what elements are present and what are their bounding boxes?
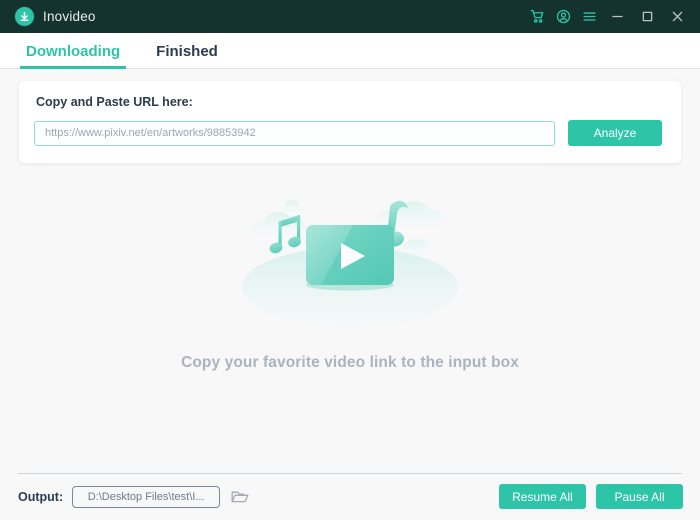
url-input-label: Copy and Paste URL here: <box>36 95 193 109</box>
title-bar: Inovideo <box>0 0 700 33</box>
video-player-with-music-notes-illustration <box>242 200 458 327</box>
tab-bar: Downloading Finished <box>0 33 700 69</box>
analyze-button[interactable]: Analyze <box>568 120 662 146</box>
download-circle-icon <box>15 7 34 26</box>
url-input-row: Analyze <box>34 120 662 146</box>
bottom-bar: Output: Resume All Pause All <box>0 473 700 520</box>
maximize-icon[interactable] <box>632 4 662 30</box>
tab-finished-label: Finished <box>156 43 218 60</box>
menu-icon[interactable] <box>576 4 602 30</box>
pause-all-button[interactable]: Pause All <box>596 484 683 509</box>
close-icon[interactable] <box>662 4 692 30</box>
empty-state: Copy your favorite video link to the inp… <box>0 169 700 372</box>
app-title: Inovideo <box>43 9 96 24</box>
url-input[interactable] <box>34 120 555 146</box>
main-content: Copy and Paste URL here: Analyze <box>0 69 700 473</box>
account-icon[interactable] <box>550 4 576 30</box>
tab-downloading[interactable]: Downloading <box>19 43 127 69</box>
cart-icon[interactable] <box>524 4 550 30</box>
tab-finished[interactable]: Finished <box>152 43 222 69</box>
minimize-icon[interactable] <box>602 4 632 30</box>
resume-all-button[interactable]: Resume All <box>499 484 586 509</box>
folder-icon[interactable] <box>228 486 252 508</box>
titlebar-controls <box>524 4 692 30</box>
output-path-field[interactable] <box>72 485 221 508</box>
app-brand: Inovideo <box>15 7 96 26</box>
tab-downloading-label: Downloading <box>26 43 121 60</box>
url-input-card: Copy and Paste URL here: Analyze <box>19 81 681 163</box>
empty-state-message: Copy your favorite video link to the inp… <box>181 354 519 371</box>
output-label: Output: <box>18 489 64 504</box>
app-window: Inovideo Downloading Finished Copy and P… <box>0 0 700 520</box>
